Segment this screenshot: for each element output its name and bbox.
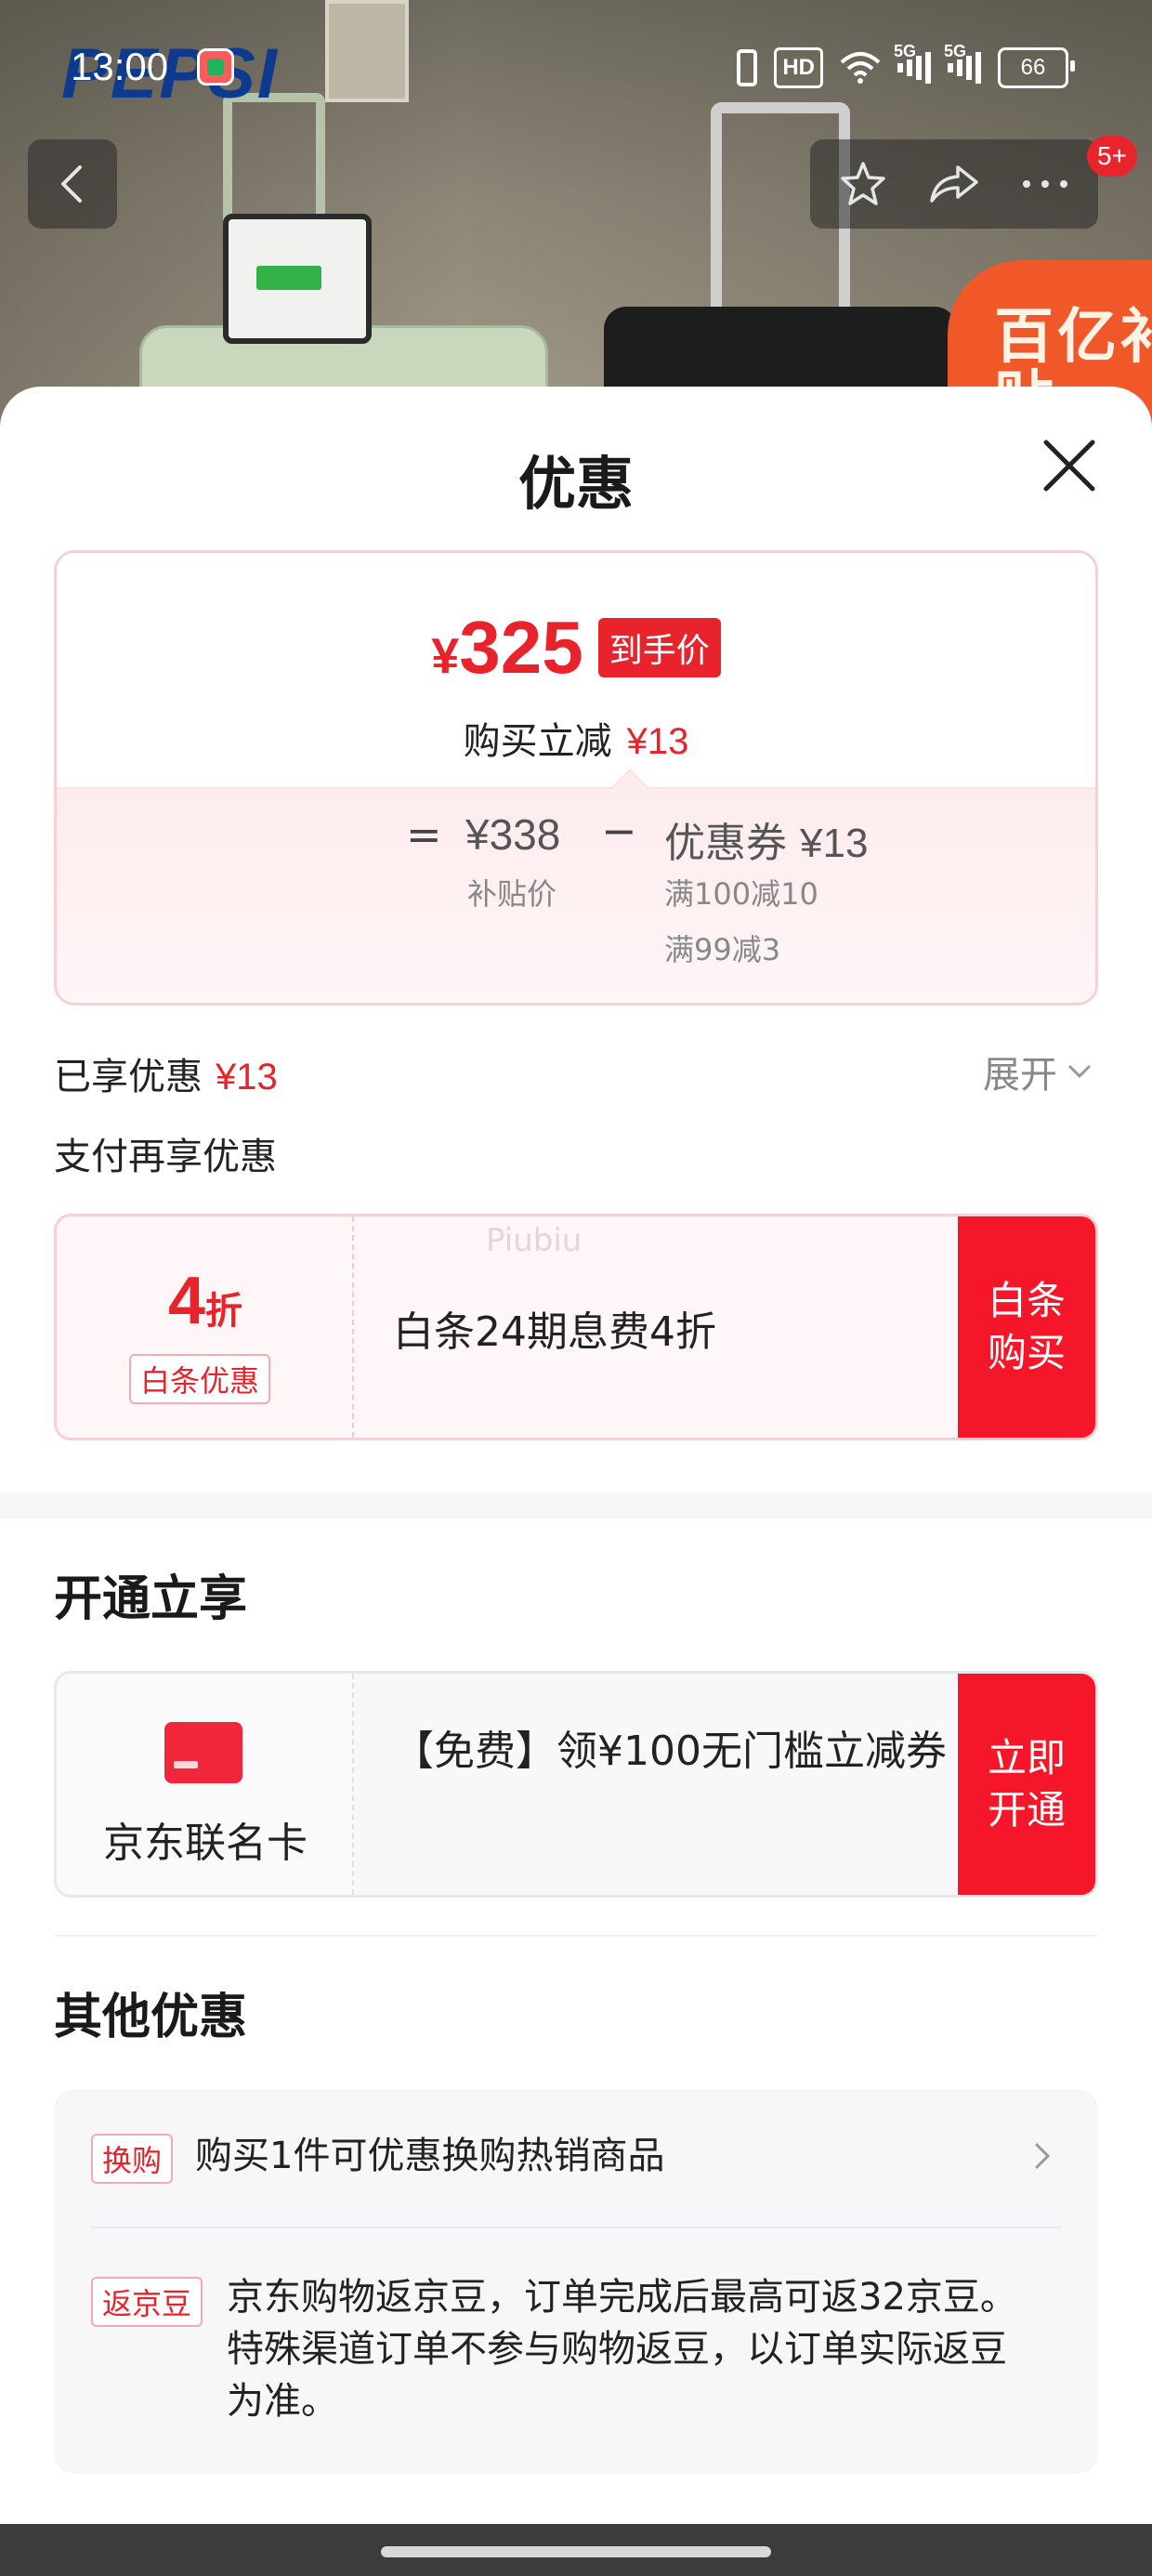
chevron-right-icon (1035, 2143, 1051, 2169)
jd-card-name: 京东联名卡 (103, 1820, 308, 1867)
final-price-currency: ¥ (431, 628, 460, 684)
minus-sign: − (601, 806, 637, 856)
baitiao-description: 白条24期息费4折 (393, 1308, 716, 1356)
close-button[interactable] (1037, 433, 1102, 498)
jd-card-left: 京东联名卡 (57, 1674, 354, 1895)
credit-card-icon (164, 1722, 242, 1783)
coupon-rule-2: 满99减3 (664, 932, 781, 967)
price-card-bottom (57, 787, 1095, 1003)
coupon-rule-1: 满100减10 (664, 876, 818, 912)
watermark-text: Piubiu (486, 1222, 583, 1259)
final-price-row: ¥325 到手价 (57, 605, 1095, 690)
jd-beans-text: 京东购物返京豆，订单完成后最高可返32京豆。特殊渠道订单不参与购物返豆，以订单实… (227, 2276, 1017, 2423)
final-price: ¥325 (431, 605, 583, 690)
favorite-button[interactable] (826, 147, 900, 221)
equals-sign: = (406, 809, 442, 860)
more-icon (1023, 180, 1067, 188)
signal-2-icon: 5G (944, 42, 981, 88)
close-icon (1043, 440, 1095, 492)
instant-cut-label: 购买立减 (463, 720, 612, 763)
tablet-device (223, 214, 372, 344)
jd-beans-tag: 返京豆 (91, 2277, 203, 2327)
back-arrow-icon (61, 165, 82, 203)
baitiao-buy-button[interactable]: 白条购买 (958, 1216, 1095, 1438)
chevron-down-icon (1068, 1065, 1091, 1079)
status-bar: 13:00 HD 5G 5G 66 (0, 0, 1152, 139)
pay-more-discount-label: 支付再享优惠 (54, 1136, 277, 1178)
sheet-title: 优惠 (517, 450, 634, 518)
final-price-value: 325 (459, 606, 583, 689)
status-time: 13:00 (71, 45, 169, 88)
baitiao-discount: 4折 (57, 1263, 354, 1339)
star-icon (841, 162, 885, 205)
subsidy-price: ¥338 (465, 810, 561, 859)
subsidy-price-label: 补贴价 (467, 876, 557, 912)
expand-button[interactable]: 展开 (983, 1045, 1093, 1098)
status-icons: HD 5G 5G 66 (737, 42, 1075, 93)
signal-1-icon: 5G (894, 42, 931, 88)
instant-cut-value: ¥13 (626, 721, 689, 762)
enjoyed-value: ¥13 (216, 1057, 278, 1097)
app-notification-icon (197, 48, 234, 85)
baitiao-discount-number: 4 (167, 1264, 206, 1338)
trade-in-tag: 换购 (91, 2134, 174, 2184)
signal-2-label: 5G (944, 42, 967, 60)
trade-in-text: 购买1件可优惠换购热销商品 (195, 2135, 665, 2177)
back-button[interactable] (28, 139, 117, 229)
final-price-tag: 到手价 (597, 618, 721, 677)
message-count-badge: 5+ (1087, 136, 1137, 177)
battery-icon: 66 (998, 47, 1075, 88)
more-button[interactable] (1008, 147, 1082, 221)
jd-cobrand-card-offer: 京东联名卡 【免费】领¥100无门槛立减券 立即开通 (54, 1671, 1098, 1898)
other-offers-box: 换购 购买1件可优惠换购热销商品 返京豆 京东购物返京豆，订单完成后最高可返32… (54, 2089, 1098, 2474)
coupon-value: ¥13 (800, 821, 869, 866)
instant-cut-row: 购买立减 ¥13 (57, 711, 1095, 765)
home-indicator[interactable] (381, 2546, 771, 2557)
section-separator (54, 1935, 1098, 1937)
section-divider (0, 1492, 1152, 1518)
expand-label: 展开 (983, 1054, 1057, 1097)
enjoyed-label: 已享优惠 (54, 1056, 203, 1098)
open-now-button[interactable]: 立即开通 (958, 1674, 1095, 1895)
jd-card-description: 【免费】领¥100无门槛立减券 (393, 1728, 947, 1775)
top-action-bar (810, 139, 1098, 229)
other-section-title: 其他优惠 (54, 1990, 248, 2045)
coupon-label: 优惠券 (664, 820, 787, 867)
offer-separator (91, 2227, 1061, 2228)
hd-voice-icon: HD (774, 47, 823, 88)
price-breakdown-card: ¥325 到手价 购买立减 ¥13 = ¥338 补贴价 − 优惠券 ¥13 满1… (54, 550, 1098, 1005)
vibrate-icon (737, 47, 758, 88)
baitiao-card-left: 4折 白条优惠 (57, 1216, 354, 1438)
open-section-title: 开通立享 (54, 1571, 248, 1627)
baitiao-discount-unit: 折 (205, 1291, 243, 1332)
share-icon (930, 165, 978, 203)
tablet-battery-graphic (256, 266, 321, 290)
enjoyed-discount-row: 已享优惠 ¥13 (54, 1046, 278, 1100)
signal-1-label: 5G (894, 42, 917, 60)
trade-in-offer-row[interactable]: 换购 购买1件可优惠换购热销商品 (91, 2128, 1061, 2184)
wifi-icon (840, 47, 881, 88)
coupon-line: 优惠券 ¥13 (664, 809, 868, 869)
discount-bottom-sheet: 优惠 ¥325 到手价 购买立减 ¥13 = ¥338 补贴价 − 优惠券 ¥13… (0, 387, 1152, 2524)
share-button[interactable] (917, 147, 991, 221)
baitiao-offer-card: 4折 白条优惠 Piubiu 白条24期息费4折 白条购买 (54, 1214, 1098, 1440)
baitiao-tag: 白条优惠 (129, 1354, 271, 1404)
